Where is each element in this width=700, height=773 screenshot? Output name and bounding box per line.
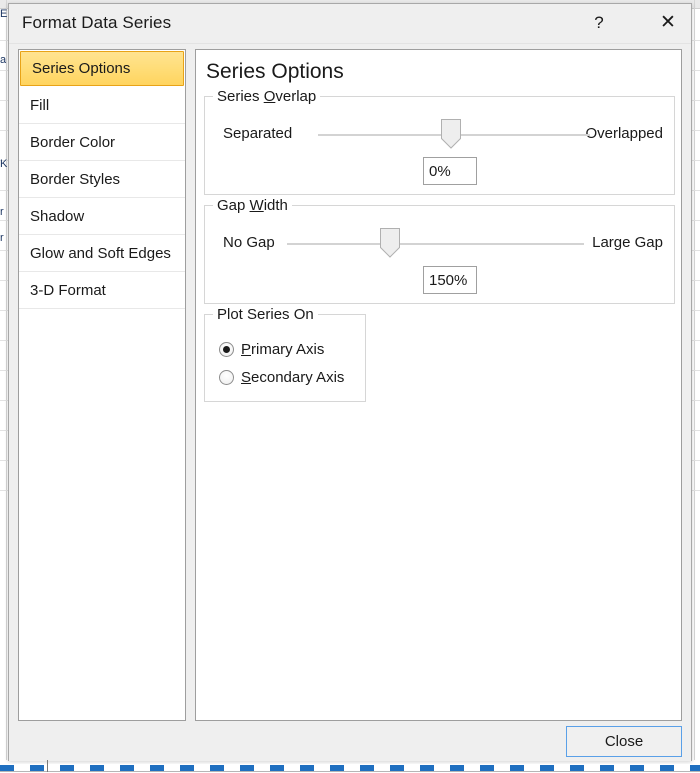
sidebar-item-label: Series Options xyxy=(32,60,131,77)
radio-label-rest: econdary Axis xyxy=(251,369,345,386)
gap-width-legend: Gap Width xyxy=(213,197,292,214)
sidebar-item-label: Shadow xyxy=(30,208,85,225)
dialog-titlebar: Format Data Series ? ✕ xyxy=(9,4,691,44)
sidebar-item-label: Glow and Soft Edges xyxy=(30,245,171,262)
legend-prefix: Series xyxy=(217,88,264,105)
worksheet-text-fragment: r xyxy=(0,206,4,218)
radio-accelerator: P xyxy=(241,341,252,358)
series-overlap-group: Series Overlap Separated Overlapped xyxy=(204,88,675,195)
gap-width-min-label: No Gap xyxy=(223,234,275,251)
help-icon[interactable]: ? xyxy=(577,6,621,40)
sidebar-item-label: Border Styles xyxy=(30,171,121,188)
legend-accelerator: O xyxy=(263,88,276,105)
gap-width-slider-row: No Gap Large Gap xyxy=(205,228,674,262)
format-data-series-dialog: Format Data Series ? ✕ Series Options Fi… xyxy=(8,3,692,761)
gap-width-value-input[interactable] xyxy=(423,266,477,294)
sidebar-item-border-color[interactable]: Border Color xyxy=(19,124,185,161)
gap-width-slider-track[interactable] xyxy=(287,243,584,245)
radio-primary-axis-label: Primary Axis xyxy=(241,337,324,363)
sidebar-item-label: 3-D Format xyxy=(30,282,106,299)
radio-button-icon xyxy=(219,370,234,385)
close-icon[interactable]: ✕ xyxy=(646,6,690,40)
series-overlap-min-label: Separated xyxy=(223,125,293,142)
series-overlap-legend: Series Overlap xyxy=(213,88,321,105)
series-overlap-slider-row: Separated Overlapped xyxy=(205,119,674,153)
worksheet-column-tick xyxy=(47,760,48,772)
sidebar-item-border-styles[interactable]: Border Styles xyxy=(19,161,185,198)
worksheet-text-fragment: a xyxy=(0,54,7,66)
sidebar-item-series-options[interactable]: Series Options xyxy=(20,51,184,86)
worksheet-text-fragment: E xyxy=(0,8,8,20)
options-pane: Series Options Series Overlap Separated … xyxy=(195,49,682,721)
radio-secondary-axis-label: Secondary Axis xyxy=(241,365,344,391)
pane-heading: Series Options xyxy=(206,60,344,83)
legend-accelerator: W xyxy=(249,197,264,214)
legend-suffix: idth xyxy=(263,197,288,214)
gap-width-group: Gap Width No Gap Large Gap xyxy=(204,197,675,304)
dialog-footer: Close xyxy=(9,723,691,761)
dialog-body: Series Options Fill Border Color Border … xyxy=(9,43,691,723)
series-overlap-slider-thumb[interactable] xyxy=(441,119,461,149)
sidebar-item-label: Border Color xyxy=(30,134,116,151)
plot-series-on-group: Plot Series On Primary Axis Secondary Ax… xyxy=(204,306,366,402)
series-overlap-max-label: Overlapped xyxy=(585,125,663,142)
category-sidebar: Series Options Fill Border Color Border … xyxy=(18,49,186,721)
legend-prefix: Gap xyxy=(217,197,250,214)
grid-column-line xyxy=(694,0,695,760)
legend-suffix: verlap xyxy=(275,88,317,105)
gap-width-max-label: Large Gap xyxy=(592,234,663,251)
worksheet-text-fragment: K xyxy=(0,158,8,170)
sidebar-item-glow-and-soft-edges[interactable]: Glow and Soft Edges xyxy=(19,235,185,272)
series-overlap-value-input[interactable] xyxy=(423,157,477,185)
plot-series-on-legend: Plot Series On xyxy=(213,306,318,323)
grid-column-line xyxy=(6,0,7,760)
radio-accelerator: S xyxy=(241,369,252,386)
sidebar-item-shadow[interactable]: Shadow xyxy=(19,198,185,235)
dialog-title: Format Data Series xyxy=(22,13,172,32)
sidebar-item-label: Fill xyxy=(30,97,50,114)
close-button[interactable]: Close xyxy=(566,726,682,757)
radio-label-rest: rimary Axis xyxy=(251,341,325,358)
worksheet-bottom-rule xyxy=(0,771,700,772)
sidebar-item-fill[interactable]: Fill xyxy=(19,87,185,124)
sidebar-item-3d-format[interactable]: 3-D Format xyxy=(19,272,185,309)
gap-width-slider-thumb[interactable] xyxy=(380,228,400,258)
radio-button-icon xyxy=(219,342,234,357)
worksheet-text-fragment: r xyxy=(0,232,4,244)
